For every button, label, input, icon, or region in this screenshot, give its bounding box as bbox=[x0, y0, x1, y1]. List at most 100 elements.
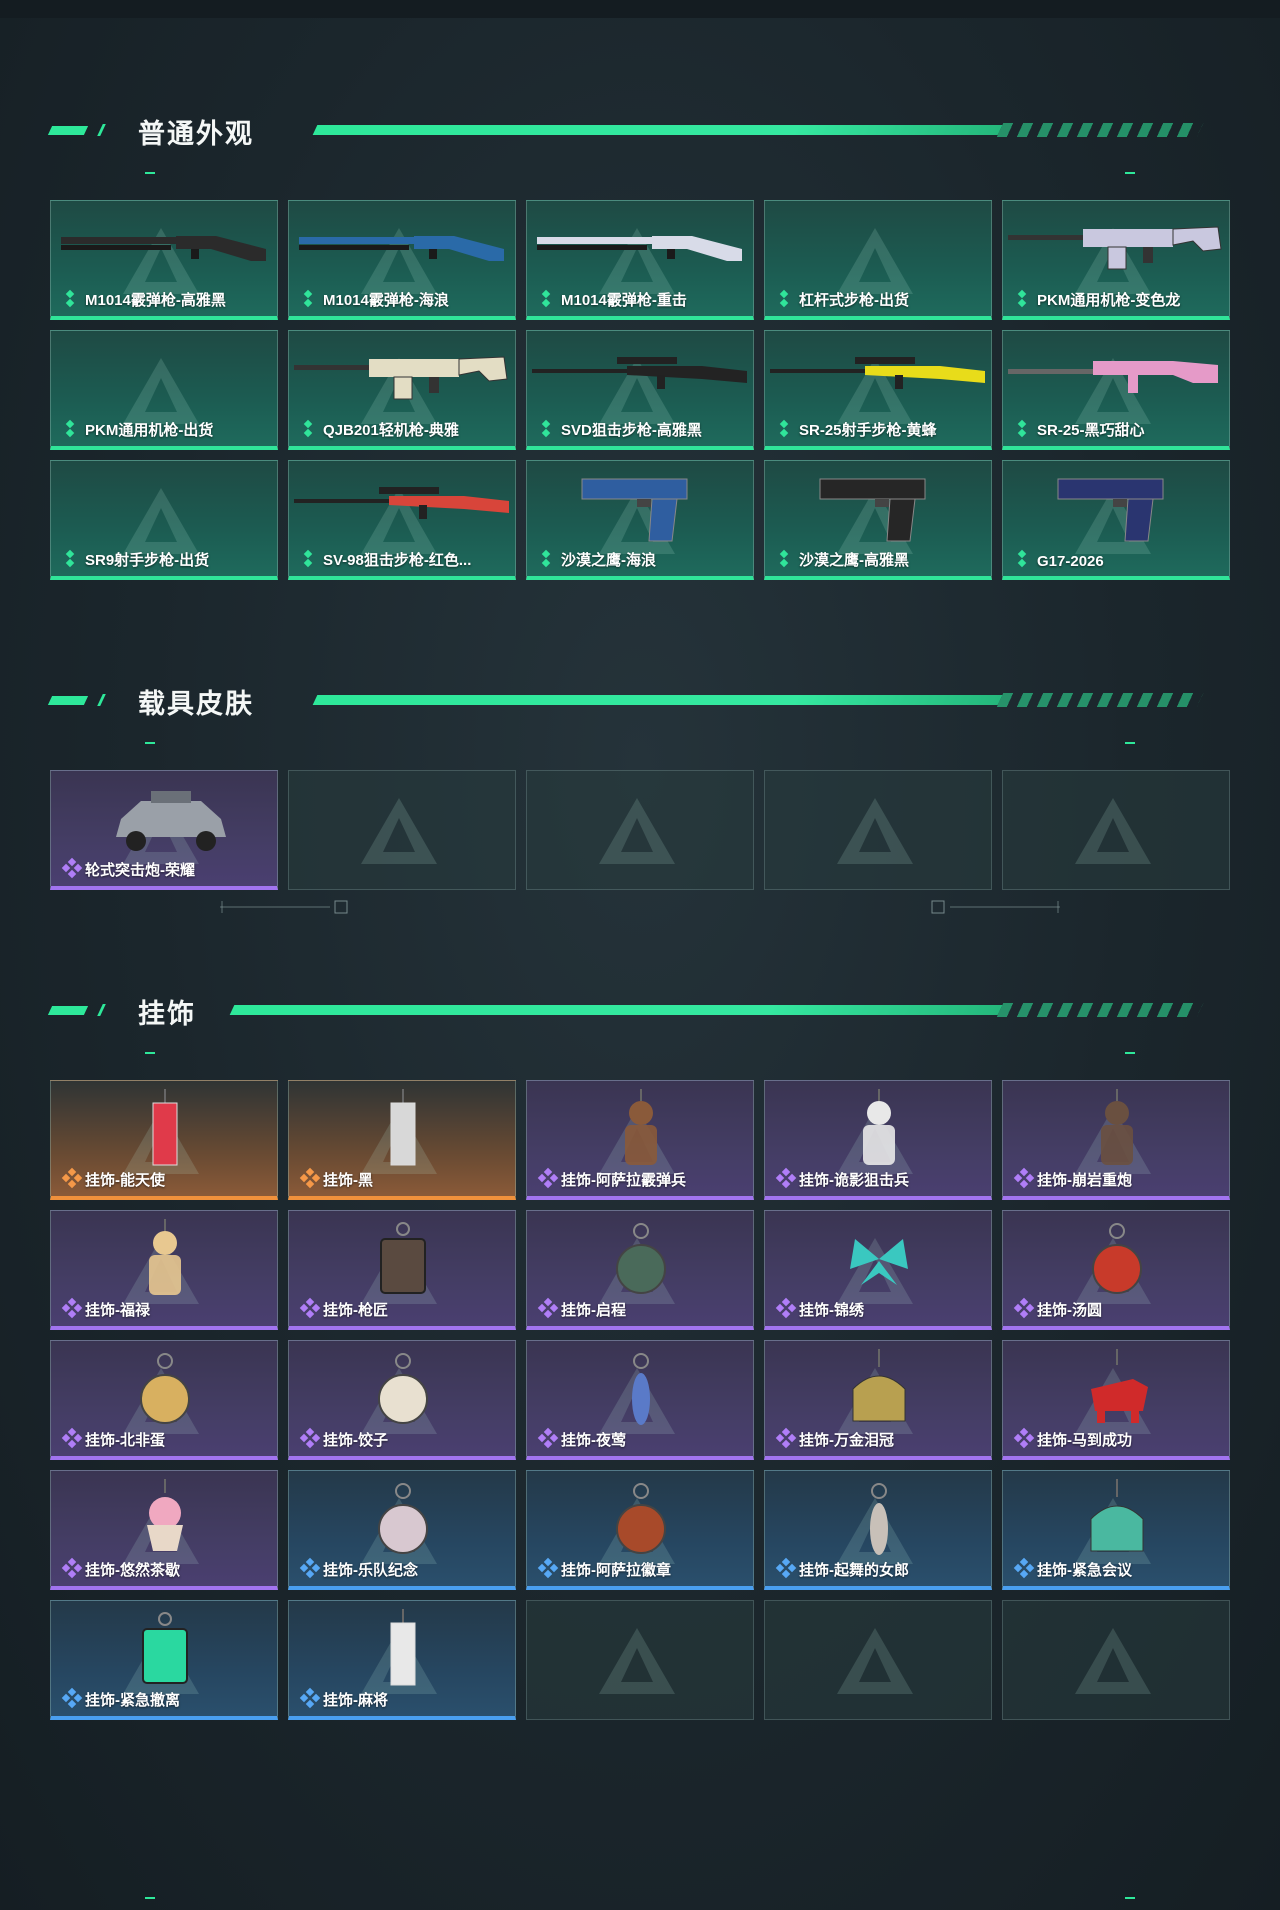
watermark-logo-icon bbox=[597, 1626, 677, 1696]
item-label: 挂饰-诡影狙击兵 bbox=[799, 1172, 909, 1189]
item-image bbox=[1003, 469, 1229, 549]
rarity-icon bbox=[299, 1297, 321, 1319]
rarity-icon bbox=[775, 1297, 797, 1319]
item-card[interactable]: M1014霰弹枪-海浪 bbox=[288, 200, 516, 320]
item-card[interactable]: 挂饰-锦绣 bbox=[764, 1210, 992, 1330]
item-card[interactable]: SR-25-黑巧甜心 bbox=[1002, 330, 1230, 450]
item-image bbox=[51, 1089, 277, 1169]
item-label: M1014霰弹枪-海浪 bbox=[323, 292, 449, 309]
header-tick-left bbox=[145, 742, 155, 744]
section-header: 挂饰 bbox=[0, 990, 1280, 1054]
empty-slot bbox=[764, 770, 992, 890]
item-card[interactable]: M1014霰弹枪-高雅黑 bbox=[50, 200, 278, 320]
item-label: 挂饰-枪匠 bbox=[323, 1302, 388, 1319]
item-card[interactable]: 挂饰-饺子 bbox=[288, 1340, 516, 1460]
rarity-icon bbox=[541, 290, 551, 308]
header-accent-bar bbox=[47, 696, 89, 705]
item-card[interactable]: SR9射手步枪-出货 bbox=[50, 460, 278, 580]
rarity-icon bbox=[61, 857, 83, 879]
item-image bbox=[289, 1349, 515, 1429]
item-card[interactable]: SV-98狙击步枪-红色... bbox=[288, 460, 516, 580]
item-label: 挂饰-起舞的女郎 bbox=[799, 1562, 909, 1579]
header-checker bbox=[996, 123, 1204, 137]
item-card[interactable]: 挂饰-起舞的女郎 bbox=[764, 1470, 992, 1590]
item-card[interactable]: 挂饰-枪匠 bbox=[288, 1210, 516, 1330]
item-card[interactable]: SR-25射手步枪-黄蜂 bbox=[764, 330, 992, 450]
header-accent-bar bbox=[47, 126, 89, 135]
item-card[interactable]: PKM通用机枪-变色龙 bbox=[1002, 200, 1230, 320]
item-image bbox=[1003, 1219, 1229, 1299]
item-label: 挂饰-悠然茶歇 bbox=[85, 1562, 180, 1579]
rarity-icon bbox=[779, 290, 789, 308]
item-image bbox=[1003, 1479, 1229, 1559]
header-checker bbox=[996, 1003, 1204, 1017]
item-label: 挂饰-乐队纪念 bbox=[323, 1562, 418, 1579]
item-card[interactable]: 沙漠之鹰-海浪 bbox=[526, 460, 754, 580]
watermark-logo-icon bbox=[359, 796, 439, 866]
item-card[interactable]: 挂饰-马到成功 bbox=[1002, 1340, 1230, 1460]
rarity-icon bbox=[1013, 1167, 1035, 1189]
rarity-icon bbox=[299, 1427, 321, 1449]
rarity-icon bbox=[537, 1557, 559, 1579]
item-label: 挂饰-饺子 bbox=[323, 1432, 388, 1449]
header-line bbox=[312, 695, 1003, 705]
header-tick-right bbox=[1125, 172, 1135, 174]
item-card[interactable]: 挂饰-黑 bbox=[288, 1080, 516, 1200]
rarity-icon bbox=[299, 1557, 321, 1579]
item-card[interactable]: 挂饰-阿萨拉霰弹兵 bbox=[526, 1080, 754, 1200]
item-card[interactable]: QJB201轻机枪-典雅 bbox=[288, 330, 516, 450]
item-image bbox=[289, 1609, 515, 1689]
item-card[interactable]: 挂饰-汤圆 bbox=[1002, 1210, 1230, 1330]
item-card[interactable]: 挂饰-麻将 bbox=[288, 1600, 516, 1720]
item-image bbox=[527, 1479, 753, 1559]
item-image bbox=[1003, 209, 1229, 289]
item-card[interactable]: 挂饰-悠然茶歇 bbox=[50, 1470, 278, 1590]
item-image bbox=[51, 1219, 277, 1299]
item-card[interactable]: 挂饰-夜莺 bbox=[526, 1340, 754, 1460]
rarity-icon bbox=[537, 1427, 559, 1449]
item-grid: M1014霰弹枪-高雅黑 M1014霰弹枪-海浪 M1014霰弹枪-重击 杠杆式步… bbox=[50, 200, 1230, 580]
header-tick-right bbox=[1125, 742, 1135, 744]
empty-slot bbox=[526, 1600, 754, 1720]
empty-slot bbox=[1002, 770, 1230, 890]
item-card[interactable]: 杠杆式步枪-出货 bbox=[764, 200, 992, 320]
item-card[interactable]: 挂饰-乐队纪念 bbox=[288, 1470, 516, 1590]
rarity-icon bbox=[1017, 550, 1027, 568]
item-label: SVD狙击步枪-高雅黑 bbox=[561, 422, 702, 439]
item-card[interactable]: 挂饰-能天使 bbox=[50, 1080, 278, 1200]
item-card[interactable]: 挂饰-崩岩重炮 bbox=[1002, 1080, 1230, 1200]
item-card[interactable]: 挂饰-万金泪冠 bbox=[764, 1340, 992, 1460]
header-line bbox=[229, 1005, 1003, 1015]
empty-slot bbox=[288, 770, 516, 890]
item-card[interactable]: G17-2026 bbox=[1002, 460, 1230, 580]
item-image bbox=[765, 209, 991, 289]
item-card[interactable]: PKM通用机枪-出货 bbox=[50, 330, 278, 450]
item-card[interactable]: 挂饰-阿萨拉徽章 bbox=[526, 1470, 754, 1590]
item-image bbox=[1003, 1349, 1229, 1429]
rarity-icon bbox=[775, 1557, 797, 1579]
item-image bbox=[51, 209, 277, 289]
item-image bbox=[765, 1219, 991, 1299]
decorative-divider bbox=[0, 900, 1280, 914]
item-card[interactable]: 挂饰-启程 bbox=[526, 1210, 754, 1330]
item-card[interactable]: SVD狙击步枪-高雅黑 bbox=[526, 330, 754, 450]
footer-tick-right bbox=[1125, 1897, 1135, 1899]
item-card[interactable]: M1014霰弹枪-重击 bbox=[526, 200, 754, 320]
item-card[interactable]: 沙漠之鹰-高雅黑 bbox=[764, 460, 992, 580]
section-title: 载具皮肤 bbox=[138, 689, 254, 719]
item-label: 挂饰-崩岩重炮 bbox=[1037, 1172, 1132, 1189]
item-card[interactable]: 挂饰-北非蛋 bbox=[50, 1340, 278, 1460]
item-image bbox=[527, 469, 753, 549]
item-card[interactable]: 挂饰-紧急撤离 bbox=[50, 1600, 278, 1720]
item-image bbox=[51, 1479, 277, 1559]
item-label: 挂饰-紧急撤离 bbox=[85, 1692, 180, 1709]
item-card[interactable]: 挂饰-福禄 bbox=[50, 1210, 278, 1330]
rarity-icon bbox=[537, 1167, 559, 1189]
item-card[interactable]: 挂饰-紧急会议 bbox=[1002, 1470, 1230, 1590]
item-image bbox=[765, 1089, 991, 1169]
item-label: QJB201轻机枪-典雅 bbox=[323, 422, 459, 439]
watermark-logo-icon bbox=[597, 796, 677, 866]
item-card[interactable]: 轮式突击炮-荣耀 bbox=[50, 770, 278, 890]
rarity-icon bbox=[1013, 1427, 1035, 1449]
item-card[interactable]: 挂饰-诡影狙击兵 bbox=[764, 1080, 992, 1200]
